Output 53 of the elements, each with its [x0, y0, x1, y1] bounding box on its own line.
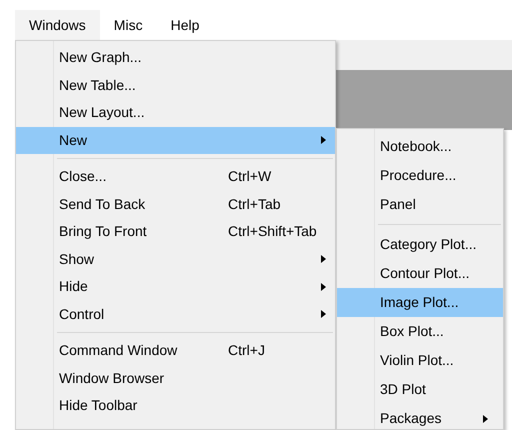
menu-item-label: Procedure...	[380, 166, 456, 185]
menu-item[interactable]: Close... Ctrl+W	[16, 163, 335, 190]
menu-item[interactable]: Bring To Front Ctrl+Shift+Tab	[16, 218, 335, 246]
menu-item-label: Contour Plot...	[380, 264, 470, 283]
menu-item-label: Show	[59, 250, 94, 269]
menu-item[interactable]: Send To Back Ctrl+Tab	[16, 190, 335, 218]
menu-item[interactable]: Notebook...	[337, 132, 503, 161]
menu-item[interactable]: Window Browser	[16, 364, 335, 392]
menu-item[interactable]: Packages	[337, 404, 503, 430]
menu-item-label: Hide	[59, 277, 88, 296]
menu-item[interactable]: Command Window Ctrl+J	[16, 337, 335, 364]
menu-item[interactable]: Panel	[337, 190, 503, 219]
menu-item[interactable]: Hide Toolbar	[16, 392, 335, 420]
menu-item-label: Notebook...	[380, 137, 452, 156]
menu-bar-item[interactable]: Windows	[15, 10, 100, 40]
menu-bar-item[interactable]: Misc	[100, 10, 157, 40]
menu-item-label: New Graph...	[59, 48, 142, 68]
menu-item-label: Violin Plot...	[380, 351, 454, 370]
menu-item-label: New Table...	[59, 76, 136, 95]
menu-item-label: Category Plot...	[380, 235, 476, 254]
menu-item[interactable]: Show	[16, 246, 335, 273]
menu-item[interactable]: Hide	[16, 273, 335, 300]
menu-item-label: Send To Back	[59, 194, 146, 214]
menu-item-label: Packages	[380, 409, 442, 428]
menu-item-label: Image Plot...	[380, 293, 459, 312]
menu-item[interactable]: Contour Plot...	[337, 259, 503, 288]
menu-item-label: Close...	[59, 167, 106, 186]
menu-item[interactable]: New Table...	[16, 72, 335, 99]
menu-bar-item[interactable]: Help	[156, 10, 214, 40]
menu-item[interactable]: Box Plot...	[337, 317, 503, 346]
menu-item[interactable]: Procedure...	[337, 161, 503, 190]
menu-item[interactable]: New Graph...	[16, 44, 335, 72]
menu-item[interactable]: Violin Plot...	[337, 346, 503, 375]
menu-item-label: Window Browser	[59, 368, 164, 388]
menu-item[interactable]: Control	[16, 300, 335, 328]
menu-item-label: New Layout...	[59, 103, 145, 122]
shortcut-label: Ctrl+Shift+Tab	[228, 222, 317, 242]
menu-item[interactable]: Image Plot...	[337, 288, 503, 317]
menu-item[interactable]: New	[16, 126, 335, 154]
menu-item-label: Control	[59, 304, 104, 324]
shortcut-label: Ctrl+J	[228, 341, 265, 360]
menu-item-label: Hide Toolbar	[59, 396, 138, 416]
menu-item-label: Panel	[380, 195, 416, 214]
shortcut-label: Ctrl+W	[228, 167, 272, 186]
menu-item[interactable]: New Layout...	[16, 99, 335, 126]
menu-item-label: Command Window	[59, 341, 178, 360]
menu-item-label: 3D Plot	[380, 380, 426, 399]
menu-item-label: New	[59, 130, 88, 150]
menu-item[interactable]: 3D Plot	[337, 375, 503, 404]
menu-item-label: Bring To Front	[59, 222, 147, 242]
shortcut-label: Ctrl+Tab	[228, 194, 281, 214]
menu-item[interactable]: Category Plot...	[337, 230, 503, 259]
menu-item-label: Box Plot...	[380, 322, 444, 341]
